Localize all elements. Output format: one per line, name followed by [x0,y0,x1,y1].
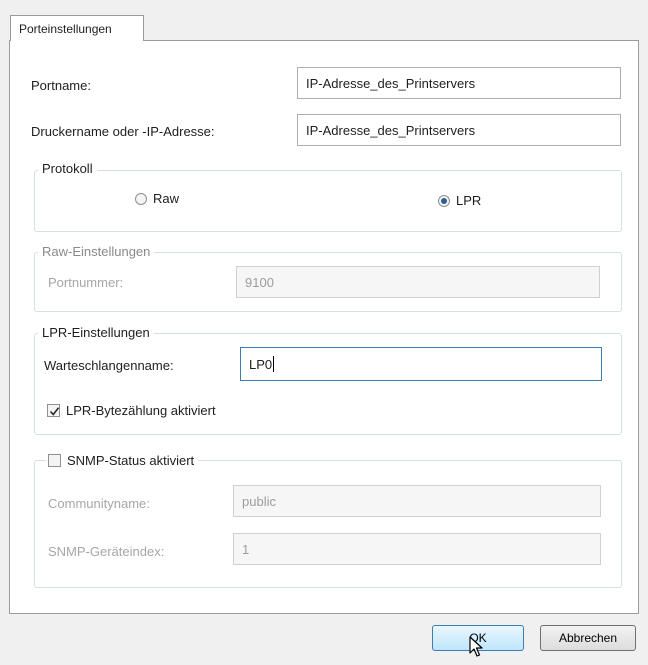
snmp-status-box[interactable] [48,454,61,467]
printer-address-value: IP-Adresse_des_Printservers [306,122,476,138]
snmp-status-label: SNMP-Status aktiviert [67,453,195,468]
lpr-bytecount-checkbox[interactable]: LPR-Bytezählung aktiviert [47,403,216,418]
tab-porteinstellungen[interactable]: Porteinstellungen [10,15,144,41]
queue-name-value: LP0 [249,356,273,372]
cancel-button[interactable]: Abbrechen [540,625,636,651]
protocol-group [34,170,622,232]
radio-raw-label: Raw [153,191,180,206]
text-caret [273,356,275,372]
radio-raw-circle[interactable] [135,192,147,205]
protocol-legend: Protokoll [38,161,97,176]
snmp-status-checkbox[interactable]: SNMP-Status aktiviert [46,453,199,468]
port-number-label: Portnummer: [48,275,124,290]
snmp-device-index-field[interactable]: 1 [233,533,601,565]
tab-label: Porteinstellungen [19,22,112,36]
portname-label: Portname: [31,78,91,93]
raw-settings-legend: Raw-Einstellungen [38,244,155,259]
lpr-bytecount-label: LPR-Bytezählung aktiviert [66,403,216,418]
community-name-value: public [242,493,276,509]
snmp-group [34,460,622,588]
port-number-field[interactable]: 9100 [236,266,600,298]
port-number-value: 9100 [245,274,274,290]
queue-name-label: Warteschlangenname: [44,358,174,373]
community-name-field[interactable]: public [233,485,601,517]
radio-lpr-circle[interactable] [438,194,450,207]
printer-address-field[interactable]: IP-Adresse_des_Printservers [297,114,621,146]
portname-field[interactable]: IP-Adresse_des_Printservers [297,67,621,99]
lpr-settings-legend: LPR-Einstellungen [38,325,154,340]
radio-raw[interactable]: Raw [135,191,179,206]
community-name-label: Communityname: [48,496,150,511]
mouse-pointer-icon [469,636,483,657]
snmp-device-index-label: SNMP-Geräteindex: [48,544,165,559]
radio-lpr-label: LPR [456,193,482,208]
queue-name-field[interactable]: LP0 [240,347,602,381]
checkmark-icon [49,407,60,416]
snmp-device-index-value: 1 [242,541,250,557]
lpr-bytecount-box[interactable] [47,404,60,417]
radio-lpr[interactable]: LPR [438,193,481,208]
portname-value: IP-Adresse_des_Printservers [306,75,476,91]
printer-address-label: Druckername oder -IP-Adresse: [31,124,215,139]
